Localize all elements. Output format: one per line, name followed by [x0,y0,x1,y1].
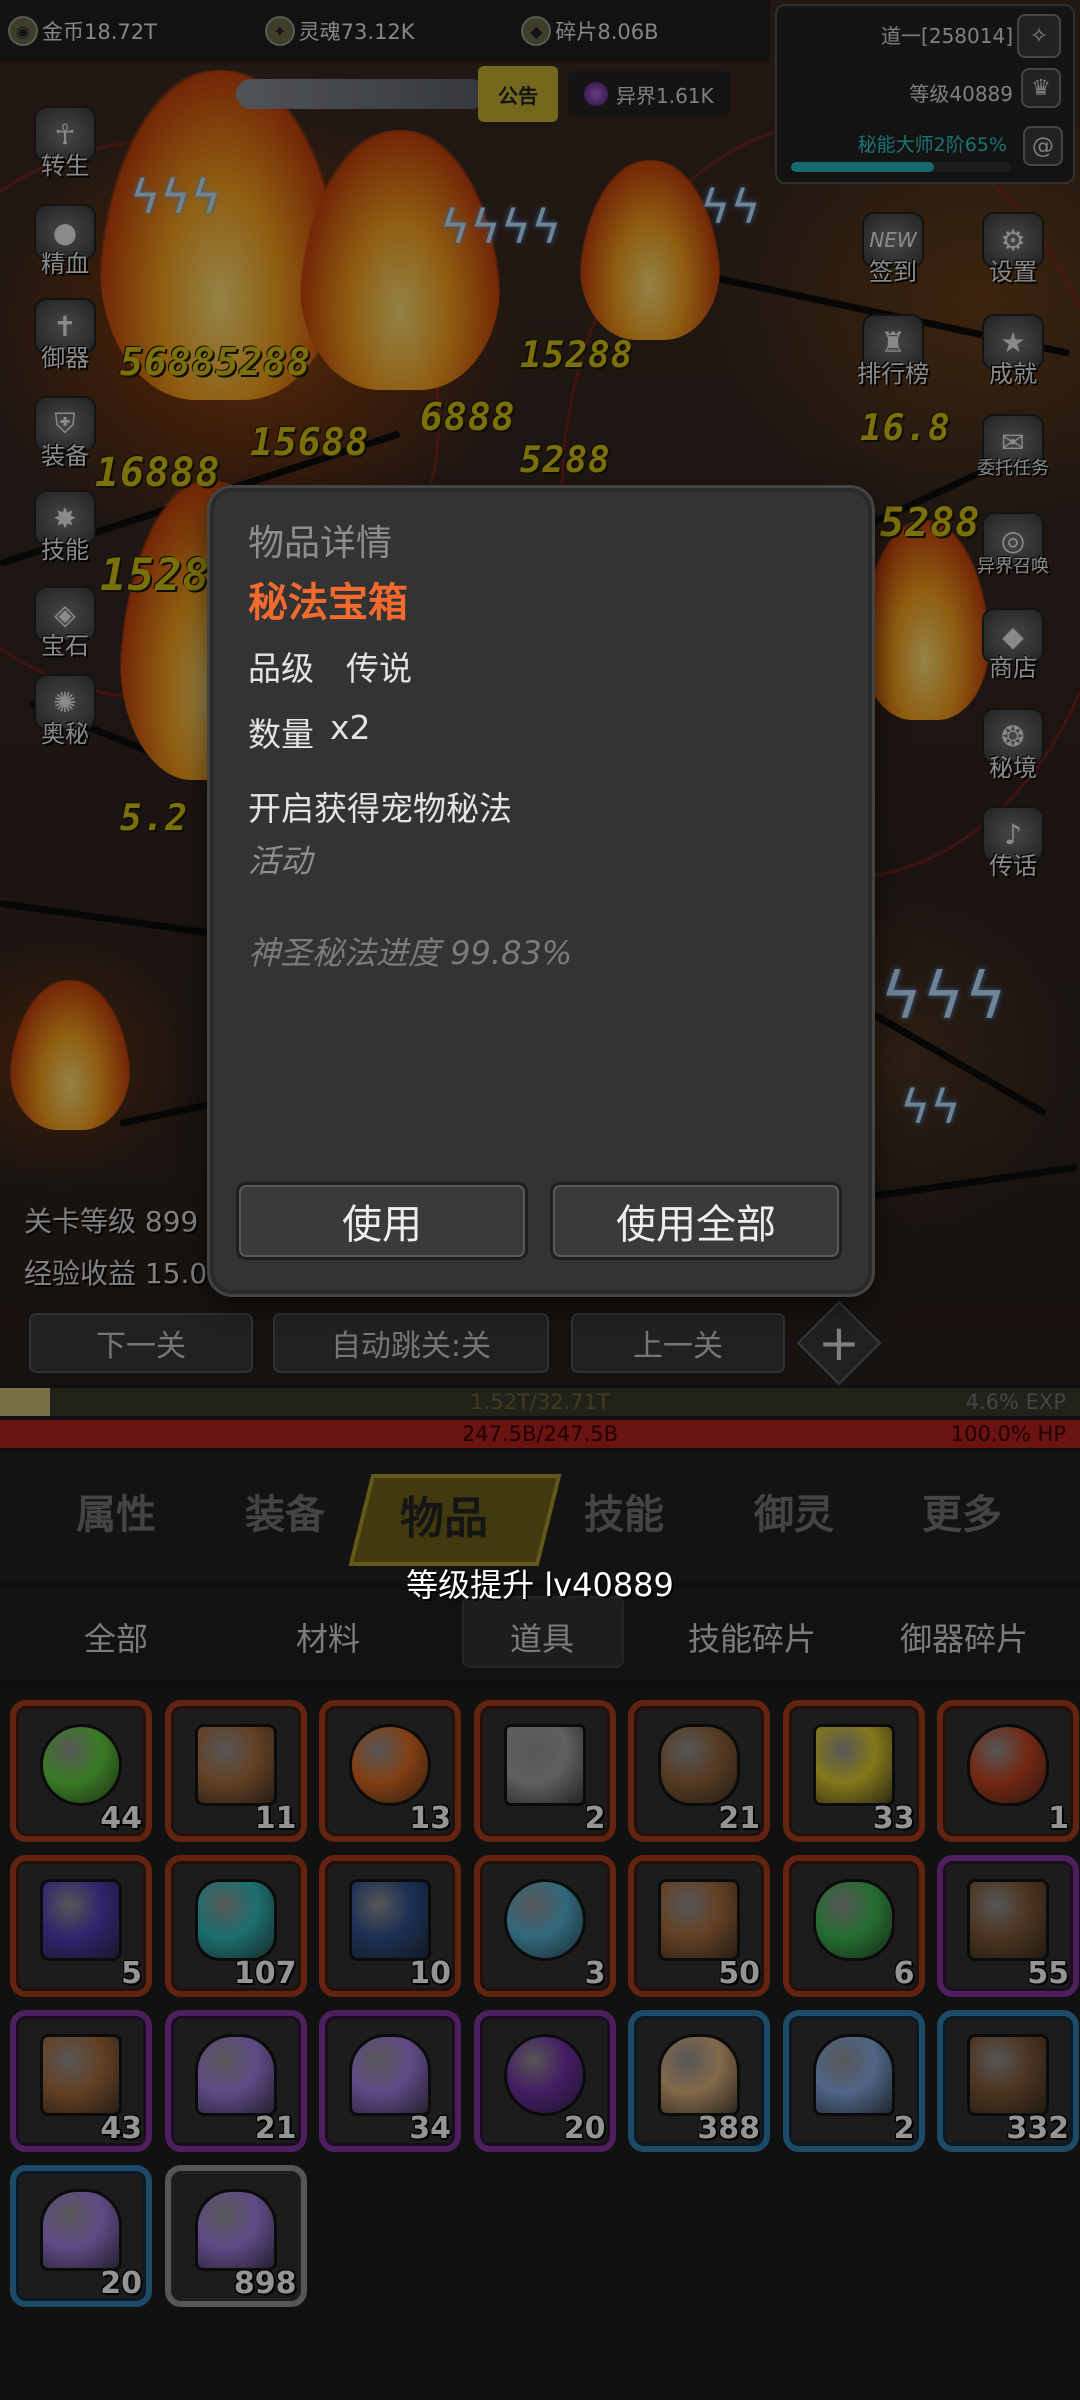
item-name: 秘法宝箱 [248,580,408,626]
inventory-slot[interactable]: 3 [473,1855,616,1997]
item-count: 21 [254,2111,297,2146]
game-screen: ϟϟϟ ϟϟϟϟ ϟϟ ϟϟϟ ϟϟ 56885288 15288 15688 … [0,0,1080,2400]
gold-chest-icon [812,1724,895,1806]
quantity-value: x2 [330,708,371,747]
tool-chest-icon [967,2034,1049,2116]
item-count: 11 [254,1801,297,1836]
item-count: 44 [100,1801,142,1836]
item-count: 388 [697,2111,760,2146]
subtab-all[interactable]: 全部 [84,1614,148,1660]
inventory-slot[interactable]: 20 [473,2010,616,2152]
level-up-toast: 等级提升 lv40889 [406,1566,674,1604]
item-count: 20 [100,2266,142,2301]
tab-items[interactable]: 物品 [400,1482,488,1546]
inventory-slot[interactable]: 1 [937,1700,1079,1842]
quantity-label: 数量 [248,715,314,754]
tab-more[interactable]: 更多 [922,1482,1002,1540]
tan-flask-icon [658,2034,740,2116]
item-count: 332 [1006,2111,1069,2146]
tab-equipment[interactable]: 装备 [245,1482,325,1540]
blue-potion-icon [503,1879,586,1961]
inventory-slot[interactable]: 2 [473,1700,616,1842]
item-count: 20 [563,2111,606,2146]
rune-book-icon [503,1724,586,1806]
collection-progress: 神圣秘法进度 99.83% [248,934,573,972]
use-all-button[interactable]: 使用全部 [550,1182,842,1260]
dragon-egg-icon [967,1724,1049,1806]
inventory-slot[interactable]: 43 [10,2010,152,2152]
inventory-slot[interactable]: 44 [10,1700,152,1842]
item-count: 55 [1027,1956,1069,1991]
hourglass-icon [194,1879,277,1961]
inventory-slot[interactable]: 107 [164,1855,307,1997]
tool-chest-icon [967,1879,1049,1961]
subtab-materials[interactable]: 材料 [296,1614,360,1660]
item-count: 2 [893,2111,915,2146]
inventory-slot[interactable]: 388 [628,2010,770,2152]
green-sack-icon [812,1879,895,1961]
inventory-slot[interactable]: 11 [164,1700,307,1842]
inventory-slot[interactable]: 898 [164,2165,307,2307]
item-count: 1 [1048,1801,1069,1836]
subtab-skill-fragments[interactable]: 技能碎片 [688,1614,816,1660]
item-count: 3 [584,1956,606,1991]
dialog-title: 物品详情 [248,523,393,564]
item-count: 898 [233,2266,297,2301]
item-description: 开启获得宠物秘法 [248,789,512,828]
item-count: 50 [718,1956,760,1991]
item-count: 34 [409,2111,451,2146]
purple-flask-icon [194,2034,277,2116]
inventory-slot[interactable]: 50 [628,1855,770,1997]
inventory-slot[interactable]: 13 [319,1700,461,1842]
inventory-slot[interactable]: 5 [10,1855,152,1997]
inventory-slot[interactable]: 21 [164,2010,307,2152]
wooden-crate-icon [658,1879,740,1961]
purple-flask-icon [40,2189,122,2271]
inventory-slot[interactable]: 332 [937,2010,1079,2152]
subtab-props[interactable]: 道具 [510,1614,574,1660]
inventory-slot[interactable]: 20 [10,2165,152,2307]
orange-pouch-icon [349,1724,431,1806]
tab-attributes[interactable]: 属性 [76,1482,156,1540]
inventory-slot[interactable]: 2 [782,2010,925,2152]
purple-flask-icon [349,2034,431,2116]
item-count: 33 [872,1801,915,1836]
purple-flask-icon [194,2189,277,2271]
item-tag: 活动 [248,842,313,880]
inventory-slot[interactable]: 6 [782,1855,925,1997]
tool-box-icon [349,1879,431,1961]
item-count: 13 [409,1801,451,1836]
inventory-slot[interactable]: 33 [782,1700,925,1842]
inventory-grid: 44 11 13 2 21 33 1 5 107 10 3 50 6 55 43 21 34 20 388 2 332 2… [0,1690,1080,2400]
inventory-slot[interactable]: 21 [628,1700,770,1842]
inventory-slot[interactable]: 55 [937,1855,1079,1997]
item-count: 6 [893,1956,915,1991]
item-detail-dialog: 物品详情 秘法宝箱 品级 传说 数量 x2 开启获得宠物秘法 活动 神圣秘法进度… [210,488,872,1294]
item-count: 10 [409,1956,451,1991]
inventory-slot[interactable]: 34 [319,2010,461,2152]
wooden-crate-icon [40,2034,122,2116]
wooden-crate-icon [194,1724,277,1806]
item-count: 2 [584,1801,606,1836]
item-count: 43 [100,2111,142,2146]
grade-value: 传说 [346,649,412,688]
item-count: 5 [121,1956,142,1991]
grade-label: 品级 [248,649,314,688]
use-button[interactable]: 使用 [236,1182,528,1260]
purple-bomb-icon [503,2034,586,2116]
inventory-slot[interactable]: 10 [319,1855,461,1997]
tab-skills[interactable]: 技能 [584,1482,664,1540]
sprout-pot-icon [658,1724,740,1806]
item-count: 21 [718,1801,760,1836]
blue-flask-icon [812,2034,895,2116]
tab-spirits[interactable]: 御灵 [754,1482,834,1540]
purple-chest-icon [40,1879,122,1961]
green-pouch-icon [40,1724,122,1806]
item-count: 107 [233,1956,297,1991]
subtab-artifact-fragments[interactable]: 御器碎片 [900,1614,1028,1660]
